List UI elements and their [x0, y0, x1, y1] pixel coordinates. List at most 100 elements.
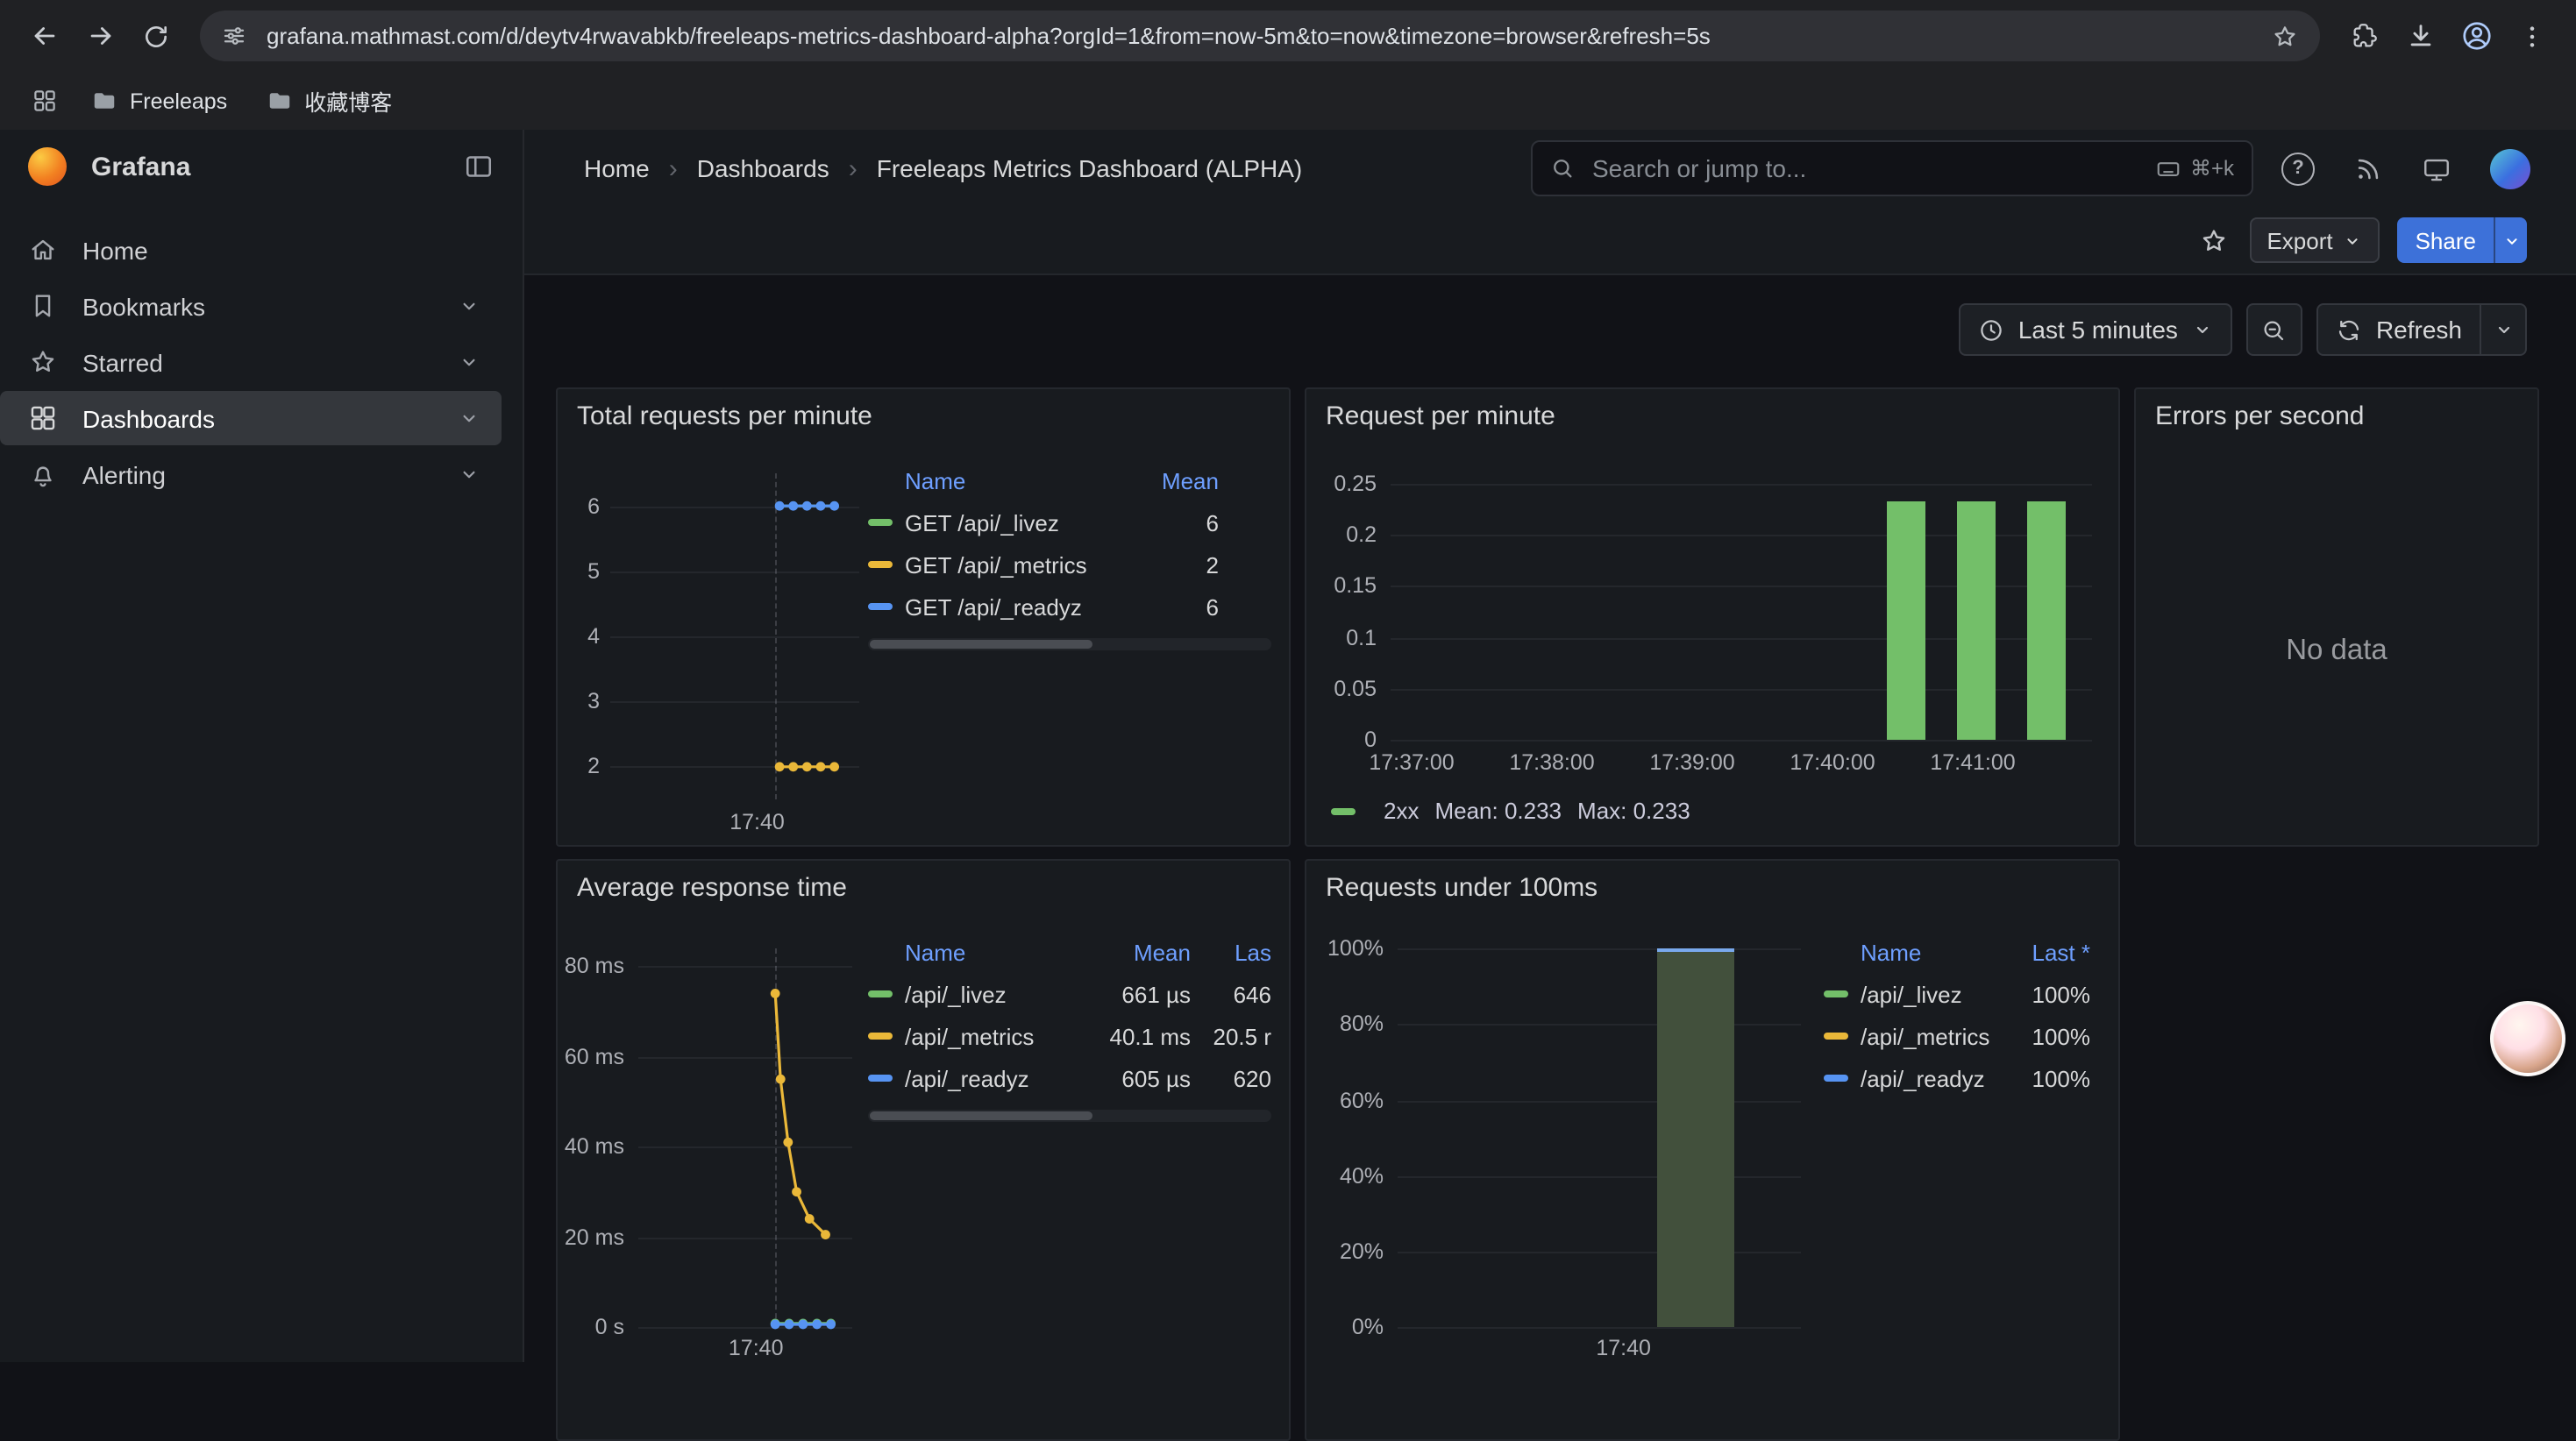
scrollbar-thumb[interactable]	[870, 1111, 1092, 1120]
legend-row[interactable]: /api/_readyz 605 µs 620	[868, 1057, 1271, 1099]
extensions-button[interactable]	[2338, 10, 2390, 62]
bookmark-folder-blogs[interactable]: 收藏博客	[250, 79, 408, 123]
browser-menu-button[interactable]	[2506, 10, 2558, 62]
legend-row[interactable]: /api/_readyz 100%	[1824, 1057, 2090, 1099]
refresh-interval-dropdown[interactable]	[2481, 303, 2527, 356]
panel-requests-under-100ms: Requests under 100ms 100%80%60%40%20%0% …	[1305, 859, 2120, 1441]
sidebar: Grafana Home Bookmarks Starred	[0, 130, 524, 1362]
bookmark-folder-freeleaps[interactable]: Freeleaps	[75, 82, 243, 119]
profile-button[interactable]	[2450, 10, 2502, 62]
breadcrumb-home[interactable]: Home	[584, 154, 650, 182]
floating-assistant-avatar[interactable]	[2490, 1001, 2565, 1076]
legend-header-name[interactable]: Name	[905, 467, 1142, 493]
legend-header-last[interactable]: Las	[1191, 939, 1271, 965]
legend-header-mean[interactable]: Mean	[1092, 939, 1191, 965]
zoom-out-button[interactable]	[2246, 303, 2302, 356]
screen: Freeleaps 收藏博客 Grafana Home	[0, 0, 2576, 1362]
more-menu-icon	[2518, 22, 2546, 50]
line-chart[interactable]	[638, 948, 852, 1327]
legend-row[interactable]: GET /api/_livez 6	[868, 501, 1271, 543]
reload-button[interactable]	[130, 10, 182, 62]
gridline	[1398, 1252, 1801, 1253]
panel-title[interactable]: Average response time	[577, 873, 847, 903]
legend-row[interactable]: /api/_livez 661 µs 646	[868, 973, 1271, 1015]
news-button[interactable]	[2353, 153, 2383, 183]
refresh-button[interactable]: Refresh	[2316, 303, 2481, 356]
bell-icon	[28, 459, 58, 489]
help-button[interactable]: ?	[2281, 152, 2315, 185]
downloads-button[interactable]	[2394, 10, 2446, 62]
series-mean: 2	[1142, 551, 1219, 578]
chart-bar	[1658, 949, 1734, 1327]
series-color-chip	[868, 1075, 893, 1082]
legend-row[interactable]: GET /api/_metrics 2	[868, 543, 1271, 586]
breadcrumb-separator: ›	[669, 153, 678, 183]
panel-title[interactable]: Requests under 100ms	[1326, 873, 1598, 903]
legend-row[interactable]: GET /api/_readyz 6	[868, 586, 1271, 628]
dashboard-toolbar: Export Share	[524, 207, 2576, 273]
legend-row[interactable]: /api/_livez 100%	[1824, 973, 2090, 1015]
search-box[interactable]: ⌘+k	[1531, 140, 2253, 196]
sidebar-item-home[interactable]: Home	[0, 223, 502, 277]
legend-header-mean[interactable]: Mean	[1142, 467, 1219, 493]
panel-grid: Total requests per minute 65432 17:40 Na…	[524, 387, 2576, 1441]
export-button[interactable]: Export	[2249, 217, 2380, 263]
panel-title[interactable]: Errors per second	[2155, 401, 2364, 431]
bar-chart[interactable]	[1391, 473, 2092, 740]
share-button[interactable]: Share	[2398, 217, 2494, 263]
sidebar-item-dashboards[interactable]: Dashboards	[0, 391, 502, 445]
line-chart[interactable]	[610, 473, 859, 799]
back-button[interactable]	[18, 10, 70, 62]
grafana-logo[interactable]	[28, 147, 67, 186]
sidebar-toggle-button[interactable]	[459, 147, 498, 186]
chevron-down-icon	[2344, 231, 2363, 250]
panel-title[interactable]: Total requests per minute	[577, 401, 872, 431]
chevron-down-icon[interactable]	[458, 295, 480, 317]
site-settings-icon[interactable]	[221, 23, 247, 49]
clock-icon	[1978, 316, 2004, 343]
legend-header-name[interactable]: Name	[905, 939, 1092, 965]
series-last: 100%	[2006, 1065, 2090, 1091]
scrollbar-thumb[interactable]	[870, 640, 1092, 649]
favorite-dashboard-button[interactable]	[2195, 222, 2231, 259]
series-last: 646	[1191, 981, 1271, 1007]
legend[interactable]: 2xx Mean: 0.233 Max: 0.233	[1331, 798, 1690, 824]
sidebar-item-starred[interactable]: Starred	[0, 335, 502, 389]
apps-grid-button[interactable]	[21, 82, 68, 119]
sidebar-item-alerting[interactable]: Alerting	[0, 447, 502, 501]
legend-header-last[interactable]: Last *	[2006, 939, 2090, 965]
legend-header-name[interactable]: Name	[1861, 939, 2006, 965]
x-tick-label: 17:40	[729, 1336, 784, 1360]
chevron-down-icon[interactable]	[458, 351, 480, 373]
url-input[interactable]	[263, 21, 2255, 51]
url-bar[interactable]	[200, 11, 2320, 61]
search-input[interactable]	[1589, 153, 2141, 184]
panel-title[interactable]: Request per minute	[1326, 401, 1555, 431]
series-mean: 605 µs	[1092, 1065, 1191, 1091]
panel-average-response-time: Average response time 80 ms60 ms40 ms20 …	[556, 859, 1291, 1441]
bookmark-star-icon[interactable]	[2271, 22, 2299, 50]
legend-row[interactable]: /api/_metrics 100%	[1824, 1015, 2090, 1057]
user-avatar[interactable]	[2490, 148, 2530, 188]
time-range-picker[interactable]: Last 5 minutes	[1959, 303, 2232, 356]
help-icon: ?	[2281, 152, 2315, 185]
x-axis-labels: 17:40	[610, 810, 859, 838]
forward-button[interactable]	[74, 10, 126, 62]
export-label: Export	[2266, 227, 2332, 253]
chevron-down-icon[interactable]	[458, 407, 480, 429]
legend-row[interactable]: /api/_metrics 40.1 ms 20.5 r	[868, 1015, 1271, 1057]
star-icon	[2198, 225, 2228, 255]
breadcrumb-dashboards[interactable]: Dashboards	[697, 154, 829, 182]
gridline	[1398, 1100, 1801, 1102]
sidebar-item-bookmarks[interactable]: Bookmarks	[0, 279, 502, 333]
share-dropdown-button[interactable]	[2494, 217, 2527, 263]
bar-chart[interactable]	[1398, 941, 1801, 1327]
display-button[interactable]	[2422, 153, 2451, 183]
legend-scrollbar[interactable]	[868, 1110, 1271, 1122]
back-icon	[29, 21, 59, 51]
reload-icon	[142, 22, 170, 50]
chevron-down-icon[interactable]	[458, 463, 480, 486]
y-tick-label: 20%	[1340, 1239, 1384, 1264]
legend-scrollbar[interactable]	[868, 638, 1271, 650]
legend-table: Name Mean Las /api/_livez 661 µs 646	[868, 931, 1271, 1122]
